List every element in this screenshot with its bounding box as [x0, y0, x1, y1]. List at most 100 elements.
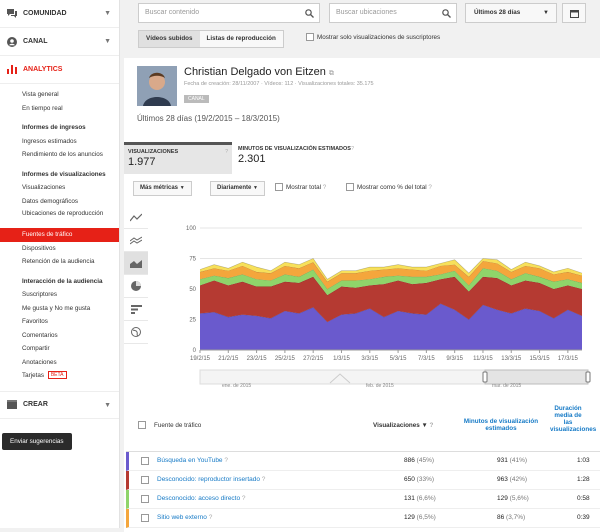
help-icon[interactable]: ? — [262, 476, 266, 483]
sidebar-item-favoritos[interactable]: Favoritos — [0, 315, 119, 329]
chart-type-bar[interactable] — [124, 298, 148, 321]
caret-down-icon: ▼ — [179, 185, 185, 191]
chevron-down-icon[interactable]: ▼ — [104, 38, 111, 45]
row-source-link[interactable]: Desconocido: reproductor insertado ? — [157, 476, 265, 483]
sidebar-item-tarjetas[interactable]: Tarjetas BETA — [0, 369, 119, 383]
y-tick-label: 0 — [193, 348, 197, 354]
tab-uploaded-videos[interactable]: Vídeos subidos — [139, 31, 200, 47]
chart-type-area[interactable] — [124, 252, 148, 275]
row-duration: 1:03 — [577, 457, 590, 464]
section-crear[interactable]: CREAR ▼ — [0, 390, 119, 419]
x-tick-label: 17/3/15 — [558, 356, 579, 362]
sidebar-item-compartir[interactable]: Compartir — [0, 342, 119, 356]
timeline-handle-left[interactable] — [482, 371, 488, 383]
metric-views[interactable]: VISUALIZACIONES 1.977 ? — [124, 142, 232, 174]
sidebar-item-me-gusta[interactable]: Me gusta y No me gusta — [0, 302, 119, 316]
section-canal[interactable]: CANAL ▼ — [0, 28, 119, 56]
sidebar-group-interaccion: Interacción de la audiencia — [22, 277, 103, 285]
content-tabs: Vídeos subidos Listas de reproducción — [138, 30, 284, 48]
chart-type-pie[interactable] — [124, 275, 148, 298]
search-icon[interactable] — [442, 8, 451, 26]
checkbox[interactable] — [346, 183, 354, 192]
col-minutes[interactable]: Minutos de visualización estimados — [456, 418, 546, 432]
y-tick-label: 75 — [189, 257, 196, 263]
table-row[interactable]: Desconocido: acceso directo ? 131 (6,6%) 1… — [126, 490, 600, 509]
help-icon[interactable]: ? — [242, 495, 246, 502]
sidebar-item-fuentes-trafico[interactable]: Fuentes de tráfico — [0, 228, 119, 242]
sidebar-item-vista-general[interactable]: Vista general — [0, 88, 119, 102]
search-icon[interactable] — [305, 8, 314, 26]
section-label: COMUNIDAD — [23, 10, 67, 17]
sidebar-item-dispositivos[interactable]: Dispositivos — [0, 242, 119, 256]
sidebar-item-ingresos-estimados[interactable]: Ingresos estimados — [0, 135, 119, 149]
table-row[interactable]: Búsqueda en YouTube ? 886 (45%) 931 (41%) 1… — [126, 452, 600, 471]
section-comunidad[interactable]: COMUNIDAD ▼ — [0, 0, 119, 28]
granularity-dropdown[interactable]: Diariamente ▼ — [210, 181, 265, 196]
table-row[interactable]: Desconocido: reproductor insertado ? 650 … — [126, 471, 600, 490]
chart-type-map[interactable] — [124, 321, 148, 344]
col-views[interactable]: Visualizaciones ▼ ? — [373, 422, 433, 429]
sidebar-item-datos-demograficos[interactable]: Datos demográficos — [0, 195, 119, 209]
chevron-down-icon[interactable]: ▼ — [104, 402, 111, 409]
help-icon[interactable]: ? — [351, 146, 354, 152]
checkbox-label: Mostrar total — [286, 184, 321, 191]
sidebar-item-visualizaciones[interactable]: Visualizaciones — [0, 181, 119, 195]
row-source-link[interactable]: Desconocido: acceso directo ? — [157, 495, 246, 502]
subscribers-only-toggle[interactable]: Mostrar solo visualizaciones de suscript… — [306, 33, 440, 43]
checkbox[interactable] — [275, 183, 283, 192]
tab-playlists[interactable]: Listas de reproducción — [200, 31, 283, 47]
sidebar-item-suscriptores[interactable]: Suscriptores — [0, 288, 119, 302]
table-row[interactable]: Sitio web externo ? 129 (6,5%) 86 (3,7%) 0:… — [126, 509, 600, 528]
row-checkbox[interactable] — [141, 495, 149, 503]
more-metrics-button[interactable]: Más métricas ▼ — [133, 181, 192, 196]
sidebar-item-label: Tarjetas — [22, 372, 45, 379]
table-header: Fuente de tráfico Visualizaciones ▼ ? Mi… — [126, 398, 600, 452]
row-checkbox[interactable] — [141, 514, 149, 522]
col-duration[interactable]: Duración media de las visualizaciones — [550, 405, 596, 433]
section-label: ANALYTICS — [23, 66, 63, 73]
row-duration: 0:58 — [577, 495, 590, 502]
minutes-pct: (41%) — [509, 457, 528, 464]
sidebar-item-comentarios[interactable]: Comentarios — [0, 329, 119, 343]
help-icon[interactable]: ? — [209, 514, 213, 521]
row-source-link[interactable]: Búsqueda en YouTube ? — [157, 457, 228, 464]
show-percent-toggle[interactable]: Mostrar como % del total ? — [346, 183, 432, 193]
row-checkbox[interactable] — [141, 476, 149, 484]
date-range-dropdown[interactable]: Últimos 28 días ▼ — [465, 3, 557, 23]
external-link-icon[interactable]: ⧉ — [329, 70, 334, 77]
timeline-handle-right[interactable] — [585, 371, 591, 383]
row-source-link[interactable]: Sitio web externo ? — [157, 514, 212, 521]
chevron-down-icon[interactable]: ▼ — [104, 10, 111, 17]
col-source[interactable]: Fuente de tráfico — [154, 422, 201, 429]
search-locations-input[interactable]: Buscar ubicaciones — [329, 3, 457, 23]
sidebar-item-anotaciones[interactable]: Anotaciones — [0, 356, 119, 370]
col-label: Visualizaciones — [373, 422, 420, 429]
sidebar-item-retencion[interactable]: Retención de la audiencia — [0, 255, 119, 269]
help-icon[interactable]: ? — [430, 422, 434, 429]
sidebar-item-ubicaciones[interactable]: Ubicaciones de reproducción — [0, 208, 119, 228]
chart-type-line[interactable] — [124, 206, 148, 229]
select-all-checkbox[interactable] — [138, 421, 146, 429]
chart-type-multiline[interactable] — [124, 229, 148, 252]
feedback-button[interactable]: Enviar sugerencias — [2, 433, 72, 450]
timeline-label: ene. de 2015 — [222, 383, 251, 389]
sidebar-item-tiempo-real[interactable]: En tiempo real — [0, 102, 119, 116]
section-analytics[interactable]: ANALYTICS — [0, 56, 119, 84]
row-checkbox[interactable] — [141, 457, 149, 465]
y-tick-label: 25 — [189, 318, 196, 324]
minutes-pct: (3,7%) — [506, 514, 526, 521]
show-total-toggle[interactable]: Mostrar total ? — [275, 183, 326, 193]
search-content-input[interactable]: Buscar contenido — [138, 3, 320, 23]
sidebar-item-rendimiento-anuncios[interactable]: Rendimiento de los anuncios — [0, 148, 119, 162]
traffic-area-chart[interactable]: 0 25 50 75 100 19/2/15 21/2/15 23/2/15 25/2/15 27… — [150, 200, 600, 390]
row-minutes: 86 (3,7%) — [497, 514, 525, 521]
metric-minutes[interactable]: MINUTOS DE VISUALIZACIÓN ESTIMADOS 2.301… — [234, 142, 356, 174]
help-icon[interactable]: ? — [428, 184, 432, 191]
channel-name[interactable]: Christian Delgado von Eitzen ⧉ — [184, 66, 334, 78]
help-icon[interactable]: ? — [224, 457, 228, 464]
timeline-selection[interactable] — [484, 369, 589, 385]
help-icon[interactable]: ? — [323, 184, 327, 191]
help-icon[interactable]: ? — [225, 149, 228, 155]
calendar-button[interactable] — [562, 3, 586, 23]
checkbox[interactable] — [306, 33, 314, 42]
